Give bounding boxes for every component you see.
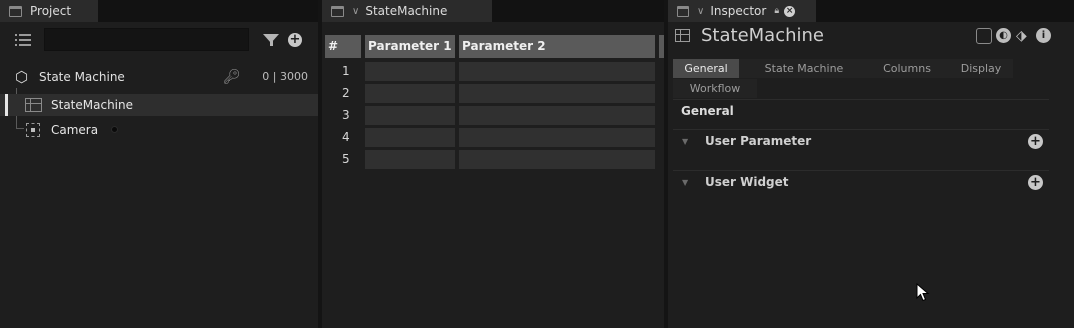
divider <box>673 170 1049 171</box>
table-cell[interactable] <box>459 106 655 125</box>
tab-statemachine-label: StateMachine <box>365 4 448 18</box>
tab-workflow[interactable]: Workflow <box>673 79 757 98</box>
tree-root[interactable]: ⬡ State Machine 🔑︎ 0 | 3000 <box>0 66 318 88</box>
row-number: 5 <box>342 152 350 166</box>
tree-root-label: State Machine <box>39 70 125 84</box>
tab-project-label: Project <box>30 4 72 18</box>
layer-icon[interactable]: ◐ <box>996 28 1011 43</box>
search-input[interactable] <box>44 28 249 51</box>
tree-item-camera[interactable]: Camera <box>0 119 318 141</box>
checkbox-icon[interactable] <box>976 28 992 44</box>
row-number: 3 <box>342 108 350 122</box>
info-icon[interactable]: i <box>1036 28 1051 43</box>
tree-item-label: Camera <box>51 123 99 137</box>
column-header[interactable]: Parameter 1 <box>365 35 455 58</box>
project-toolbar: + <box>0 26 318 54</box>
tab-inspector[interactable]: ∨ Inspector 🔒︎ × <box>668 0 816 22</box>
column-header[interactable]: # <box>325 35 361 58</box>
mouse-cursor-icon <box>916 283 930 302</box>
statemachine-panel: ∨ StateMachine # Parameter 1 Parameter 2… <box>322 0 664 328</box>
chevron-down-icon[interactable]: ∨ <box>352 6 359 17</box>
row-number: 2 <box>342 86 350 100</box>
subsection-title[interactable]: User Widget <box>705 175 789 189</box>
subsection-title[interactable]: User Parameter <box>705 134 811 148</box>
collapse-arrow-icon[interactable]: ▼ <box>682 137 688 146</box>
collapse-arrow-icon[interactable]: ▼ <box>682 178 688 187</box>
inspector-panel: ∨ Inspector 🔒︎ × StateMachine ◐ ⬗ i Gene… <box>668 0 1074 328</box>
column-header[interactable]: Parameter 2 <box>459 35 655 58</box>
tree-item-label: StateMachine <box>51 98 133 112</box>
tree-item-statemachine[interactable]: StateMachine <box>0 94 318 116</box>
table-cell[interactable] <box>365 84 455 103</box>
statemachine-tabbar: ∨ StateMachine <box>322 0 664 22</box>
key-icon[interactable]: 🔑︎ <box>223 69 241 85</box>
add-icon[interactable]: + <box>1028 134 1043 149</box>
tab-display[interactable]: Display <box>949 59 1013 78</box>
section-title: General <box>681 104 734 118</box>
list-icon[interactable] <box>15 34 31 46</box>
table-cell[interactable] <box>365 62 455 81</box>
table-cell[interactable] <box>459 128 655 147</box>
close-icon[interactable]: × <box>784 5 796 17</box>
lock-icon[interactable]: 🔒︎ <box>774 6 779 16</box>
table-cell[interactable] <box>459 84 655 103</box>
table-cell[interactable] <box>459 150 655 169</box>
table-icon <box>675 29 690 42</box>
camera-icon <box>26 123 40 137</box>
panel-icon <box>331 5 344 17</box>
column-header-overflow <box>659 35 664 58</box>
hexagon-icon: ⬡ <box>15 68 29 86</box>
divider <box>673 129 1049 130</box>
divider <box>673 99 1049 100</box>
table-cell[interactable] <box>365 128 455 147</box>
filter-icon-stem <box>270 41 273 46</box>
project-panel: Project + ⬡ State Machine 🔑︎ 0 | 3000 St… <box>0 0 318 328</box>
inspector-tabbar: ∨ Inspector 🔒︎ × <box>668 0 1074 22</box>
table-icon <box>25 98 42 112</box>
tab-columns[interactable]: Columns <box>869 59 945 78</box>
status-dot[interactable] <box>111 126 118 133</box>
add-icon[interactable]: + <box>1028 175 1043 190</box>
panel-icon <box>9 5 22 17</box>
row-number: 1 <box>342 64 350 78</box>
add-icon[interactable]: + <box>288 33 302 47</box>
range-field[interactable]: 0 | 3000 <box>246 66 314 88</box>
tab-statemachine[interactable]: ∨ StateMachine <box>322 0 492 22</box>
table-cell[interactable] <box>365 106 455 125</box>
selection-indicator <box>5 94 8 116</box>
tab-project[interactable]: Project <box>0 0 98 22</box>
tab-general[interactable]: General <box>673 59 739 78</box>
tab-state-machine[interactable]: State Machine <box>759 59 849 78</box>
table-cell[interactable] <box>459 62 655 81</box>
chevron-down-icon[interactable]: ∨ <box>697 6 704 17</box>
tag-icon[interactable]: ⬗ <box>1016 28 1027 44</box>
panel-icon <box>677 5 689 17</box>
tab-inspector-label: Inspector <box>710 4 767 18</box>
row-number: 4 <box>342 130 350 144</box>
page-title: StateMachine <box>701 25 824 46</box>
project-tabbar: Project <box>0 0 318 22</box>
table-cell[interactable] <box>365 150 455 169</box>
